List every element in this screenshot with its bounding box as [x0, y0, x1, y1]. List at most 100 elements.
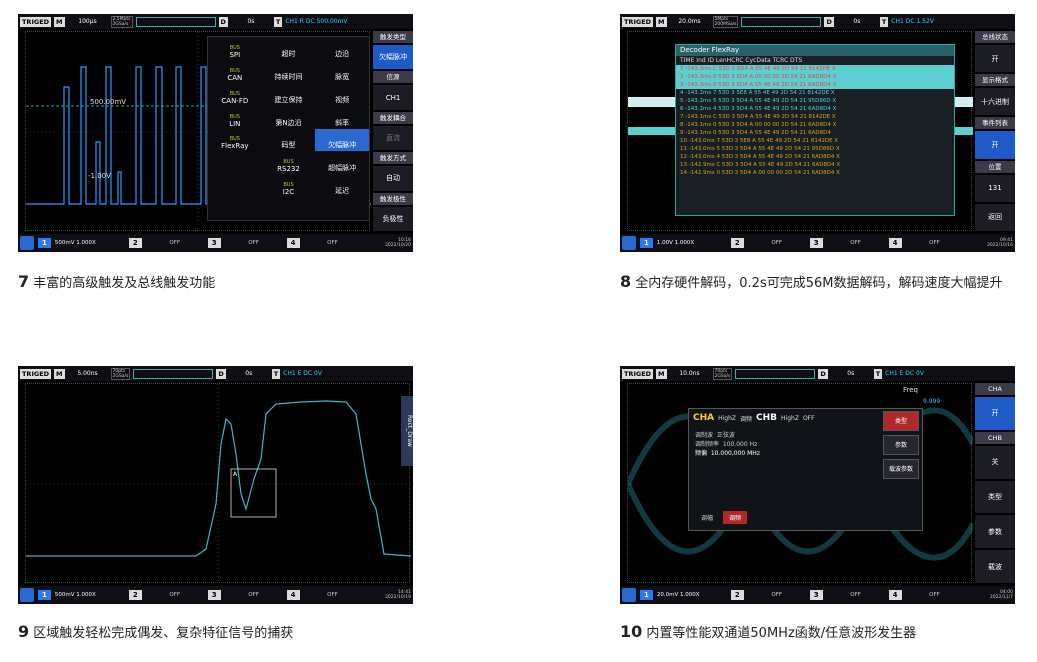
table-row[interactable]: 4 -143.2ms 7 53D 3 5E8 A 55 4E 49 2D 54 … — [676, 89, 954, 97]
side-bus-state[interactable]: 开 — [975, 45, 1015, 73]
ch4-button[interactable]: 4 — [888, 590, 902, 600]
delay-button[interactable]: D — [216, 368, 226, 379]
ch2-button[interactable]: 2 — [128, 238, 142, 248]
table-row[interactable]: 3 -143.3ms 0 53D 3 5D4 A 55 4E 49 2D 54 … — [676, 81, 954, 89]
menu-video[interactable]: 视频 — [315, 83, 369, 106]
ch3-button[interactable]: 3 — [207, 238, 221, 248]
ch3-button[interactable]: 3 — [809, 238, 823, 248]
side-back-button[interactable]: 返回 — [975, 203, 1015, 232]
timebase[interactable]: 20.0ms — [670, 18, 710, 25]
table-row[interactable]: 9 -143.1ms 0 53D 3 5D4 A 55 4E 49 2D 54 … — [676, 129, 954, 137]
side-carrier[interactable]: 载波 — [975, 550, 1015, 583]
side-polarity[interactable]: 负极性 — [373, 206, 413, 232]
menu-edge[interactable]: 边沿 — [315, 37, 369, 60]
ch1-button[interactable]: 1 — [640, 238, 653, 248]
menu-delay[interactable]: 延迟 — [315, 174, 369, 197]
side-source[interactable]: CH1 — [373, 85, 413, 110]
timebase[interactable]: 10.0ns — [670, 370, 710, 377]
type-button[interactable]: 类型 — [883, 411, 919, 431]
mode-button[interactable]: M — [656, 16, 667, 27]
table-row[interactable]: 13 -142.9ms C 53D 3 5D4 A 55 4E 49 2D 54… — [676, 161, 954, 169]
ch1-button[interactable]: 1 — [38, 238, 51, 248]
freq-label: Freq — [903, 386, 918, 394]
side-trigger-type[interactable]: 欠幅脉冲 — [373, 45, 413, 70]
apps-icon[interactable] — [20, 236, 34, 250]
table-row[interactable]: 7 -143.1ms C 53D 3 5D4 A 55 4E 49 2D 54 … — [676, 113, 954, 121]
waveform-area[interactable]: A — [25, 383, 412, 584]
side-format[interactable]: 十六进制 — [975, 88, 1015, 116]
delay-button[interactable]: D — [218, 16, 228, 27]
mode-button[interactable]: M — [54, 16, 65, 27]
menu-i2c[interactable]: BUS I2C — [262, 174, 316, 197]
table-row[interactable]: 10 -143.0ms 7 53D 3 5E8 A 55 4E 49 2D 54… — [676, 137, 954, 145]
clock: 09:41 2022/10/16 — [987, 238, 1013, 248]
ch4-button[interactable]: 4 — [286, 238, 300, 248]
side-cha-state[interactable]: 开 — [975, 397, 1015, 430]
side-mode[interactable]: 自动 — [373, 166, 413, 191]
table-row[interactable]: 2 -143.3ms 0 53D 3 5D4 A 00 00 00 2D 54 … — [676, 73, 954, 81]
zone-rectangle[interactable] — [230, 468, 277, 518]
trigger-button[interactable]: T — [873, 368, 883, 379]
cha-tab[interactable]: CHA — [693, 413, 714, 423]
menu-can[interactable]: BUS CAN — [208, 60, 262, 83]
sample-rate: 2.5Mpts 2GSa/s — [110, 15, 133, 28]
side-coupling[interactable]: 直流 — [373, 125, 413, 151]
ch2-button[interactable]: 2 — [730, 238, 744, 248]
menu-flexray[interactable]: BUS FlexRay — [208, 129, 262, 152]
delay-button[interactable]: D — [818, 368, 828, 379]
table-row[interactable]: 14 -142.9ms 0 53D 3 5D4 A 00 00 00 2D 54… — [676, 169, 954, 177]
menu-slope[interactable]: 斜率 — [315, 106, 369, 129]
param-button[interactable]: 参数 — [883, 435, 919, 455]
am-tab[interactable]: 调幅 — [695, 511, 719, 524]
side-position[interactable]: 131 — [975, 174, 1015, 202]
menu-spi[interactable]: BUS SPI — [208, 37, 262, 60]
menu-timeout[interactable]: 超时 — [262, 37, 316, 60]
mode-button[interactable]: M — [54, 368, 65, 379]
menu-setup-hold[interactable]: 建立保持 — [262, 83, 316, 106]
table-row[interactable]: 1 -143.3ms C 53D 3 5D4 A 55 4E 49 2D 54 … — [676, 65, 954, 73]
fm-tab[interactable]: 调频 — [723, 511, 748, 524]
menu-duration[interactable]: 持续时间 — [262, 60, 316, 83]
side-chb-state[interactable]: 关 — [975, 445, 1015, 479]
trigger-button[interactable]: T — [273, 16, 283, 27]
side-event-list[interactable]: 开 — [975, 131, 1015, 159]
timebase[interactable]: 100µs — [68, 18, 108, 25]
mode-button[interactable]: M — [656, 368, 667, 379]
side-event-list-label: 事件列表 — [975, 117, 1015, 130]
ch1-button[interactable]: 1 — [640, 590, 653, 600]
table-row[interactable]: 5 -143.2ms 5 53D 3 5D4 A 55 4E 49 2D 54 … — [676, 97, 954, 105]
ch3-button[interactable]: 3 — [207, 590, 221, 600]
table-row[interactable]: 12 -143.0ms 4 53D 3 5D4 A 55 4E 49 2D 54… — [676, 153, 954, 161]
menu-rs232[interactable]: BUS RS232 — [262, 151, 316, 174]
chb-tab[interactable]: CHB — [756, 413, 777, 423]
menu-pulse-width[interactable]: 脉宽 — [315, 60, 369, 83]
chb-state: OFF — [802, 414, 815, 422]
side-type[interactable]: 类型 — [975, 480, 1015, 514]
ch2-button[interactable]: 2 — [730, 590, 744, 600]
ch2-button[interactable]: 2 — [128, 590, 142, 600]
trigger-button[interactable]: T — [879, 16, 889, 27]
menu-can-fd[interactable]: BUS CAN-FD — [208, 83, 262, 106]
apps-icon[interactable] — [20, 588, 34, 602]
table-row[interactable]: 11 -143.0ms 5 53D 3 5D4 A 55 4E 49 2D 54… — [676, 145, 954, 153]
table-row[interactable]: 6 -143.2ms 4 53D 3 5D4 A 55 4E 49 2D 54 … — [676, 105, 954, 113]
sample-rate: 70pts 2GSa/s — [110, 367, 131, 380]
rect-draw-tab[interactable]: Rect_Draw — [401, 396, 413, 466]
ch3-button[interactable]: 3 — [809, 590, 823, 600]
ch4-button[interactable]: 4 — [286, 590, 300, 600]
side-param[interactable]: 参数 — [975, 515, 1015, 549]
menu-lin[interactable]: BUS LIN — [208, 106, 262, 129]
timebase[interactable]: 5.00ns — [68, 370, 108, 377]
ch4-button[interactable]: 4 — [888, 238, 902, 248]
menu-runt[interactable]: 欠幅脉冲 — [315, 128, 369, 152]
apps-icon[interactable] — [622, 588, 636, 602]
ch1-button[interactable]: 1 — [38, 590, 51, 600]
table-row[interactable]: 8 -143.1ms 0 53D 3 5D4 A 00 00 00 2D 54 … — [676, 121, 954, 129]
apps-icon[interactable] — [622, 236, 636, 250]
carrier-param-button[interactable]: 载波参数 — [883, 459, 919, 479]
menu-pattern[interactable]: 码型 — [262, 129, 316, 152]
menu-over-amplitude[interactable]: 超幅脉冲 — [315, 151, 369, 174]
delay-button[interactable]: D — [824, 16, 834, 27]
menu-nth-edge[interactable]: 第N边沿 — [262, 106, 316, 129]
trigger-button[interactable]: T — [271, 368, 281, 379]
